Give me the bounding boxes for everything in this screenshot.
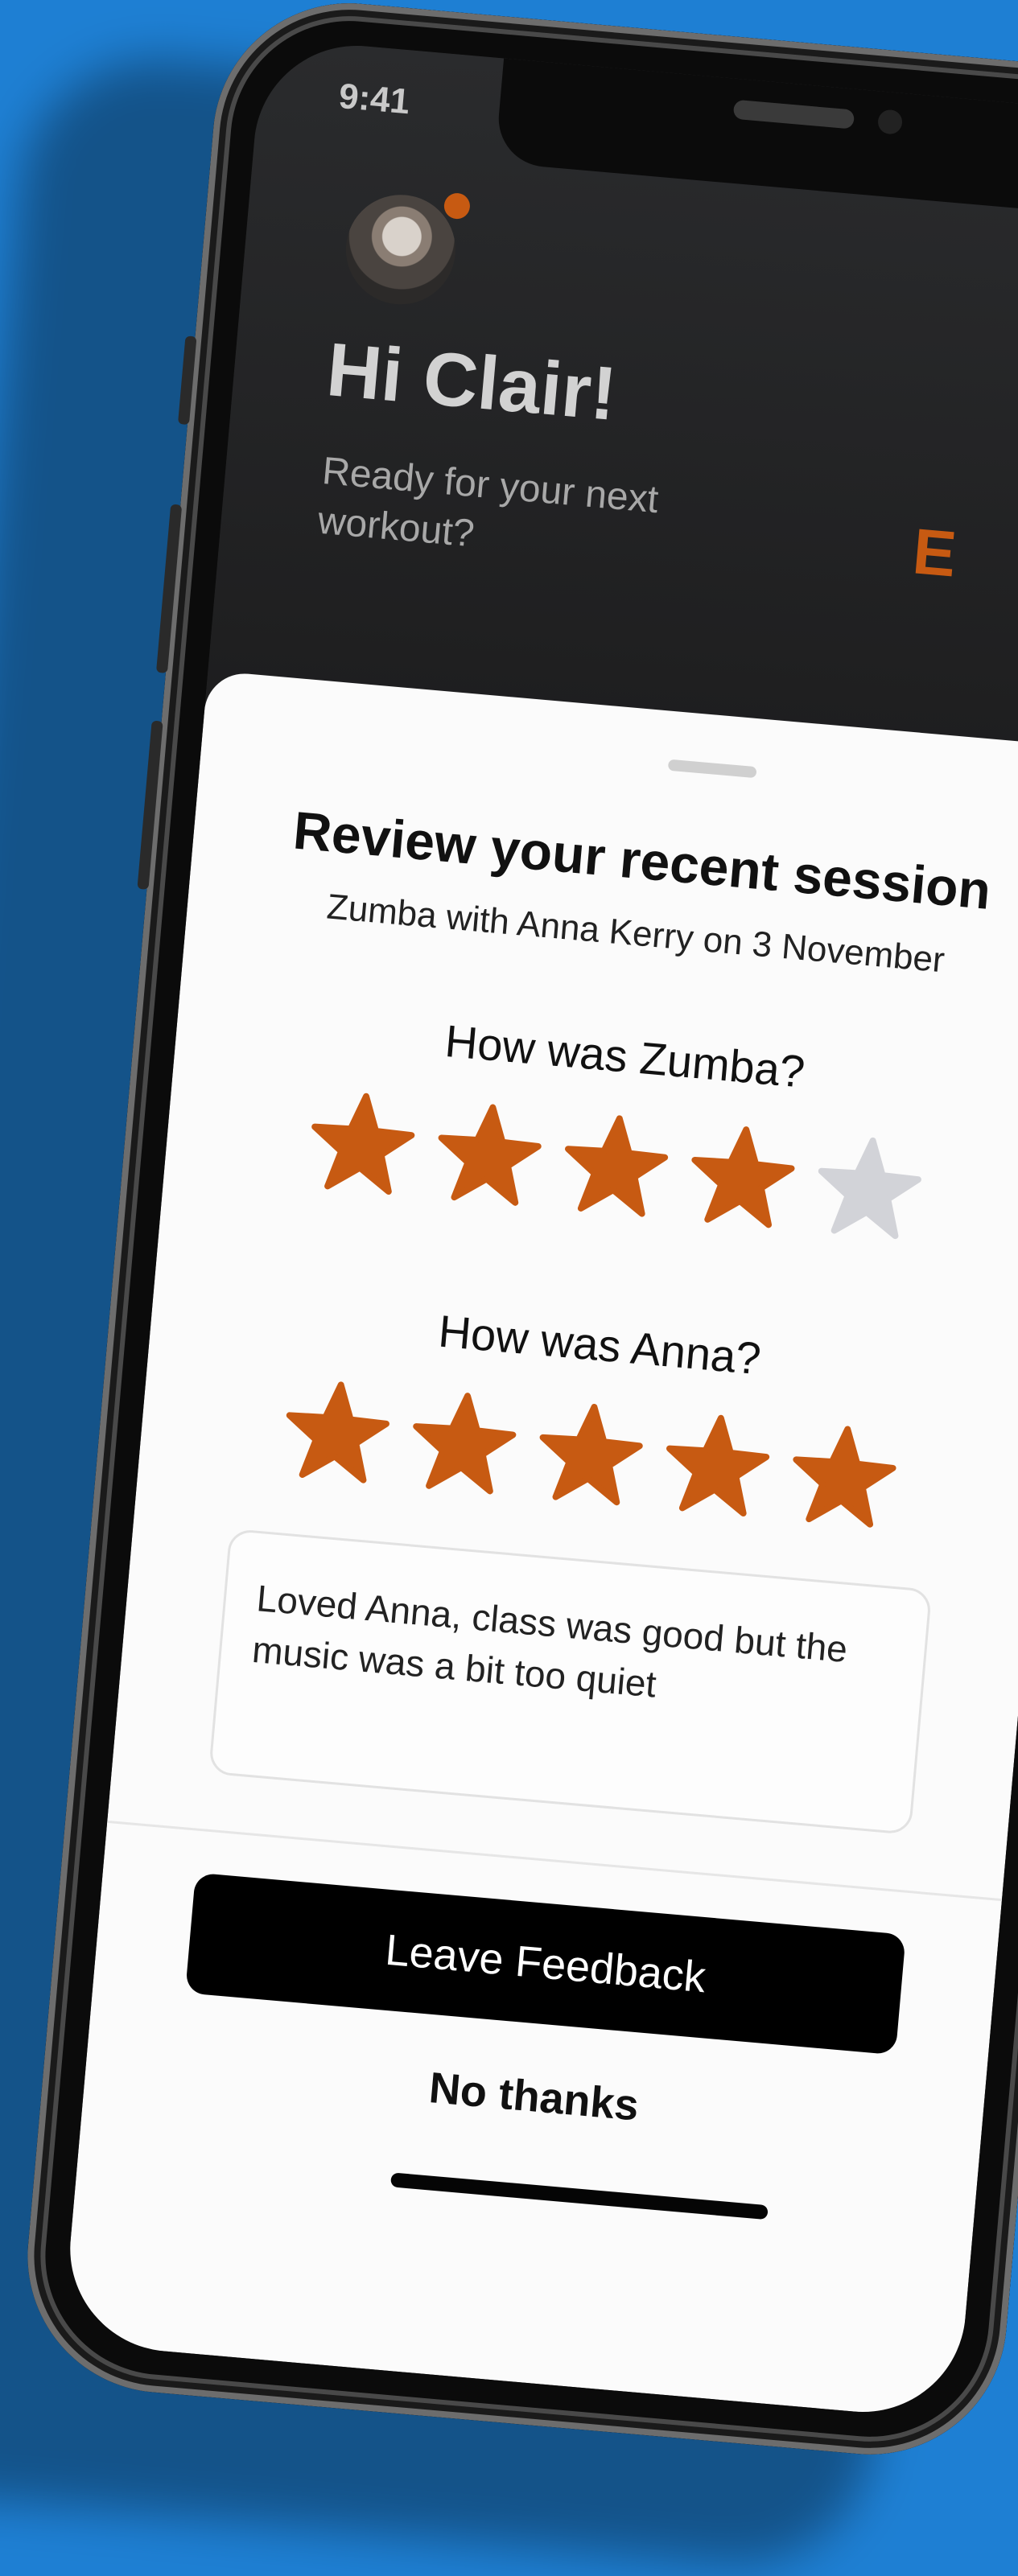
star-filled-icon[interactable] <box>431 1099 546 1209</box>
accent-text-partial: E <box>909 515 959 591</box>
notification-dot <box>443 191 472 220</box>
speaker <box>732 99 855 130</box>
star-filled-icon[interactable] <box>685 1121 799 1231</box>
feedback-text[interactable]: Loved Anna, class was good but the music… <box>250 1572 902 1730</box>
star-filled-icon[interactable] <box>533 1398 647 1508</box>
star-filled-icon[interactable] <box>305 1088 419 1198</box>
greeting-subtitle: Ready for your next workout? <box>315 449 661 556</box>
front-camera <box>876 109 904 135</box>
greeting-title: Hi Clair! <box>324 327 620 437</box>
phone-screen: 9:41 Hi Clair! Ready for your next worko… <box>61 37 1018 2421</box>
no-thanks-button[interactable]: No thanks <box>84 2033 983 2161</box>
star-filled-icon[interactable] <box>279 1376 394 1486</box>
status-time: 9:41 <box>337 76 412 122</box>
review-sheet: Review your recent session Zumba with An… <box>61 670 1018 2421</box>
star-filled-icon[interactable] <box>660 1409 774 1520</box>
notch <box>494 58 1018 220</box>
feedback-textarea[interactable]: Loved Anna, class was good but the music… <box>208 1528 933 1835</box>
home-indicator[interactable] <box>389 2172 769 2220</box>
sheet-grabber[interactable] <box>667 759 757 779</box>
avatar[interactable] <box>341 190 460 309</box>
star-filled-icon[interactable] <box>558 1109 673 1220</box>
star-filled-icon[interactable] <box>786 1420 901 1530</box>
star-empty-icon[interactable] <box>811 1132 925 1242</box>
star-filled-icon[interactable] <box>406 1387 521 1497</box>
leave-feedback-button[interactable]: Leave Feedback <box>185 1872 906 2055</box>
